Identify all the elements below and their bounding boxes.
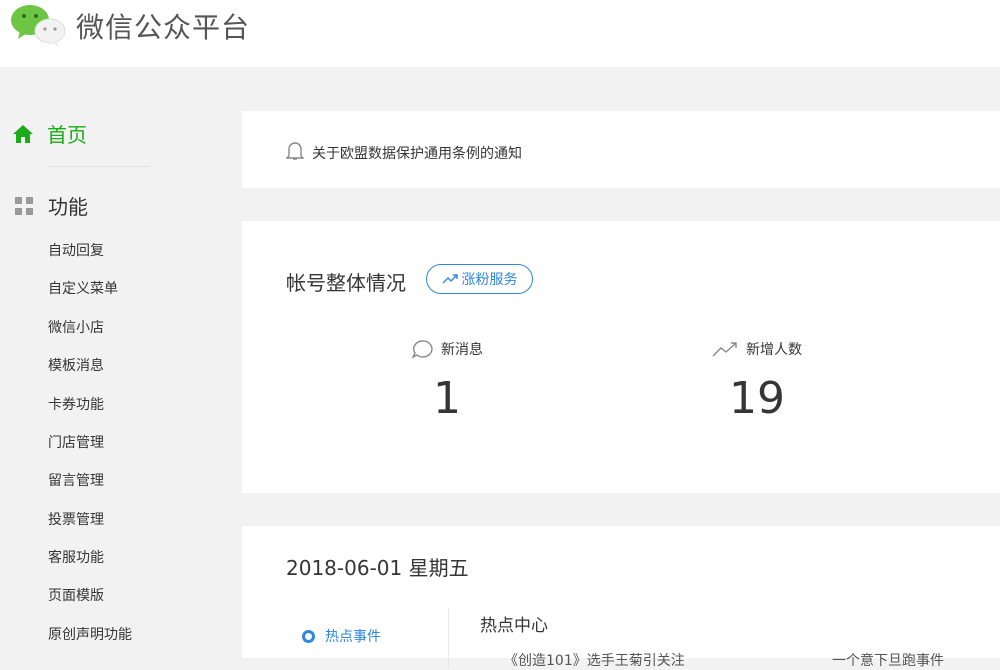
sidebar-item[interactable]: 页面模版	[48, 585, 104, 605]
button-label: 涨粉服务	[461, 272, 518, 288]
sidebar-item[interactable]: 卡券功能	[48, 394, 104, 414]
sidebar-section-functions: 功能	[14, 191, 88, 220]
sidebar-section-label: 功能	[48, 195, 88, 219]
sidebar-item-label: 首页	[47, 123, 87, 147]
sidebar-item-home[interactable]: 首页	[12, 119, 87, 148]
stat-new-followers[interactable]: 新增人数 19	[692, 339, 822, 424]
divider	[48, 166, 150, 167]
sidebar-item[interactable]: 留言管理	[48, 470, 104, 490]
hot-center-title: 热点中心	[480, 616, 548, 636]
header: 微信公众平台	[0, 0, 1000, 67]
daily-card: 2018-06-01 星期五 热点事件 热点中心 《创造101》选手王菊引关注 …	[242, 526, 1000, 669]
grid-icon	[15, 196, 33, 215]
chat-bubble-icon	[411, 340, 433, 359]
wechat-logo-icon	[11, 5, 66, 47]
sidebar-item[interactable]: 微信小店	[48, 317, 104, 337]
radio-selected-icon	[302, 629, 315, 643]
hot-item[interactable]: 一个意下旦跑事件	[832, 650, 944, 670]
divider	[448, 608, 449, 668]
notice-link[interactable]: 关于欧盟数据保护通用条例的通知	[312, 143, 522, 163]
trend-up-icon	[712, 342, 737, 357]
section-title: 帐号整体情况	[286, 271, 406, 295]
account-overview-card: 帐号整体情况 涨粉服务 新消息 1 新增人数 19	[242, 221, 1000, 493]
sidebar-item[interactable]: 门店管理	[48, 432, 104, 452]
stat-value: 1	[433, 373, 461, 424]
notice-card: 关于欧盟数据保护通用条例的通知	[242, 111, 1000, 188]
sidebar-item[interactable]: 模板消息	[48, 355, 104, 375]
home-icon	[13, 124, 33, 143]
sidebar-item[interactable]: 客服功能	[48, 547, 104, 567]
tab-hot-events[interactable]: 热点事件	[302, 626, 381, 646]
stat-new-messages[interactable]: 新消息 1	[382, 339, 512, 424]
stat-label: 新增人数	[746, 342, 802, 358]
sidebar-item[interactable]: 自动回复	[48, 240, 104, 260]
date-heading: 2018-06-01 星期五	[286, 556, 469, 580]
bell-icon	[286, 142, 304, 160]
stat-value: 19	[729, 373, 785, 424]
sidebar: 首页 功能 自动回复 自定义菜单 微信小店 模板消息 卡券功能 门店管理 留言管…	[0, 67, 242, 658]
tab-label: 热点事件	[325, 629, 381, 645]
hot-item[interactable]: 《创造101》选手王菊引关注	[504, 650, 685, 670]
sidebar-item[interactable]: 原创声明功能	[48, 624, 132, 644]
grow-fans-button[interactable]: 涨粉服务	[426, 264, 533, 294]
trend-up-icon	[442, 274, 458, 284]
app-title: 微信公众平台	[76, 11, 251, 44]
stat-label: 新消息	[441, 342, 483, 358]
sidebar-item[interactable]: 自定义菜单	[48, 278, 118, 298]
sidebar-item[interactable]: 投票管理	[48, 509, 104, 529]
